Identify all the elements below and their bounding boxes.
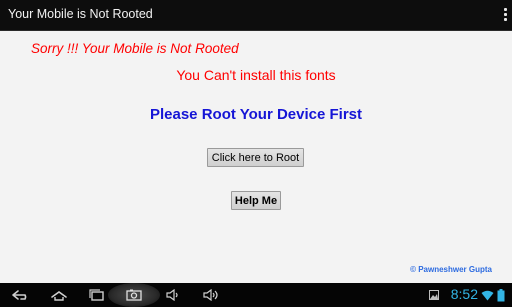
volume-down-icon[interactable] [162,286,184,304]
recent-apps-icon[interactable] [86,286,108,304]
click-to-root-button[interactable]: Click here to Root [207,148,304,167]
cant-install-message: You Can't install this fonts [176,67,336,83]
volume-up-icon[interactable] [200,286,222,304]
not-rooted-message: Sorry !!! Your Mobile is Not Rooted [31,41,239,56]
screenshot-icon[interactable] [123,286,145,304]
overflow-menu-icon[interactable] [502,8,508,24]
status-clock: 8:52 [450,286,478,302]
battery-icon [496,288,506,301]
action-bar: Your Mobile is Not Rooted [0,0,512,31]
root-device-heading: Please Root Your Device First [149,106,363,123]
app-screen: Your Mobile is Not Rooted Sorry !!! Your… [0,0,512,307]
system-nav-bar: 8:52 [0,283,512,307]
action-bar-title: Your Mobile is Not Rooted [8,7,153,21]
credit-text: © Pawneshwer Gupta [410,265,492,274]
back-icon[interactable] [10,286,32,304]
gallery-notification-icon [428,289,440,301]
main-content: Sorry !!! Your Mobile is Not Rooted You … [0,31,512,283]
home-icon[interactable] [48,286,70,304]
help-me-button[interactable]: Help Me [231,191,281,210]
wifi-icon [480,289,494,301]
